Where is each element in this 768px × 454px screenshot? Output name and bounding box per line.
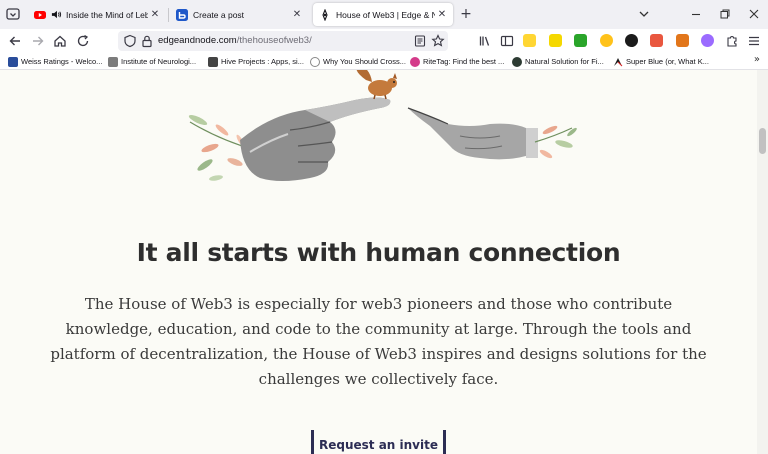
tab-separator (168, 8, 169, 22)
bookmark-label: Super Blue (or, What K... (626, 57, 709, 66)
tab-list-button[interactable] (5, 6, 21, 22)
request-invite-label: Request an invite (319, 438, 438, 452)
plus-icon: + (460, 6, 472, 22)
hamburger-menu-icon (749, 36, 759, 46)
library-icon (479, 36, 490, 46)
bookmark-item[interactable]: Hive Projects : Apps, si... (208, 55, 304, 68)
close-tab-icon[interactable]: ✕ (435, 9, 449, 20)
tab-title: Inside the Mind of Lebron J (66, 9, 148, 20)
shield-icon[interactable] (123, 34, 137, 48)
home-button[interactable] (52, 33, 68, 49)
squirrel-figure (356, 70, 397, 100)
superblue-icon (614, 57, 623, 66)
bookmark-item[interactable]: Super Blue (or, What K... (613, 55, 709, 68)
web-page: It all starts with human connection The … (0, 70, 757, 454)
url-path: /thehouseofweb3/ (236, 35, 312, 46)
reload-button[interactable] (75, 33, 91, 49)
app-menu-button[interactable] (746, 33, 762, 49)
bookmark-item[interactable]: RiteTag: Find the best ... (410, 55, 504, 68)
hive-projects-icon (208, 56, 218, 67)
page-headline: It all starts with human connection (136, 238, 621, 267)
restore-button[interactable] (715, 5, 735, 23)
extension-purple-icon[interactable] (701, 34, 714, 47)
extensions-button[interactable] (724, 33, 740, 49)
extension-check-icon[interactable] (574, 34, 587, 47)
navigation-toolbar: edgeandnode.com/thehouseofweb3/ (0, 29, 768, 53)
extension-tab-icon[interactable] (549, 34, 562, 47)
extension-colorful-icon[interactable] (650, 34, 663, 47)
restore-icon (720, 9, 730, 19)
tab-title: Create a post (193, 9, 245, 20)
natural-solution-icon (512, 56, 522, 67)
bookmark-label: Why You Should Cross... (323, 57, 406, 66)
metamask-icon[interactable] (676, 34, 689, 47)
bookmark-item[interactable]: Weiss Ratings - Welco... (8, 55, 102, 68)
reader-view-icon[interactable] (413, 34, 427, 48)
page-scrollbar[interactable] (757, 70, 768, 454)
forward-arrow-icon (33, 36, 44, 46)
close-tab-icon[interactable]: ✕ (148, 9, 162, 20)
chevron-down-icon (639, 11, 649, 17)
more-bookmarks-chevron-icon[interactable]: » (754, 54, 760, 65)
bookmark-item[interactable]: Why You Should Cross... (310, 55, 406, 68)
hive-blog-icon (176, 8, 188, 21)
close-tab-icon[interactable]: ✕ (290, 9, 304, 20)
weiss-icon (8, 56, 18, 67)
bookmark-label: RiteTag: Find the best ... (423, 57, 505, 66)
intro-paragraph: The House of Web3 is especially for web3… (50, 295, 707, 388)
extension-honey-icon[interactable] (600, 34, 613, 47)
edge-node-icon (322, 8, 328, 21)
ritetag-icon (410, 56, 420, 67)
bookmark-label: Weiss Ratings - Welco... (21, 57, 103, 66)
right-hand (407, 107, 538, 160)
minimize-icon (692, 13, 700, 16)
globe-icon (310, 56, 320, 67)
bookmark-item[interactable]: Institute of Neurologi... (108, 55, 196, 68)
new-tab-button[interactable]: + (459, 6, 473, 22)
hero-hands-illustration (188, 70, 577, 181)
bookmark-label: Hive Projects : Apps, si... (221, 57, 304, 66)
list-all-tabs-button[interactable] (634, 5, 654, 23)
library-button[interactable] (477, 33, 493, 49)
lock-icon[interactable] (140, 34, 154, 48)
back-arrow-icon (9, 36, 20, 46)
youtube-icon (34, 10, 46, 19)
tab-list-icon (6, 8, 20, 20)
puzzle-icon (727, 36, 737, 47)
ion-icon (108, 56, 118, 67)
url-domain: edgeandnode.com (158, 35, 237, 46)
tab-create-post[interactable]: Create a post ✕ (170, 3, 308, 26)
back-button[interactable] (7, 33, 23, 49)
bookmarks-toolbar: Weiss Ratings - Welco... Institute of Ne… (0, 53, 768, 70)
bookmark-label: Natural Solution for Fi... (525, 57, 604, 66)
close-window-button[interactable] (744, 5, 764, 23)
extension-search-icon[interactable] (523, 34, 536, 47)
tab-youtube[interactable]: Inside the Mind of Lebron J ✕ (28, 3, 166, 26)
bookmark-item[interactable]: Natural Solution for Fi... (512, 55, 604, 68)
sidebar-button[interactable] (499, 33, 515, 49)
left-hand (240, 97, 391, 181)
tab-strip: Inside the Mind of Lebron J ✕ Create a p… (0, 0, 768, 29)
close-icon (749, 9, 759, 19)
bookmark-label: Institute of Neurologi... (121, 57, 197, 66)
address-bar[interactable]: edgeandnode.com/thehouseofweb3/ (118, 31, 448, 51)
speaker-icon[interactable] (51, 9, 62, 20)
minimize-button[interactable] (686, 5, 706, 23)
tab-house-of-web3[interactable]: House of Web3 | Edge & Node ✕ (313, 3, 453, 26)
scrollbar-thumb[interactable] (759, 128, 766, 154)
sidebar-icon (500, 35, 514, 47)
extension-dark-icon[interactable] (625, 34, 638, 47)
forward-button[interactable] (30, 33, 46, 49)
tab-title: House of Web3 | Edge & Node (336, 9, 435, 20)
right-flower-sprig (534, 125, 577, 159)
bookmark-star-icon[interactable] (431, 34, 445, 48)
request-invite-button[interactable]: Request an invite (311, 430, 446, 454)
reload-icon (77, 34, 89, 47)
url-text[interactable]: edgeandnode.com/thehouseofweb3/ (158, 35, 312, 46)
home-icon (54, 35, 66, 47)
